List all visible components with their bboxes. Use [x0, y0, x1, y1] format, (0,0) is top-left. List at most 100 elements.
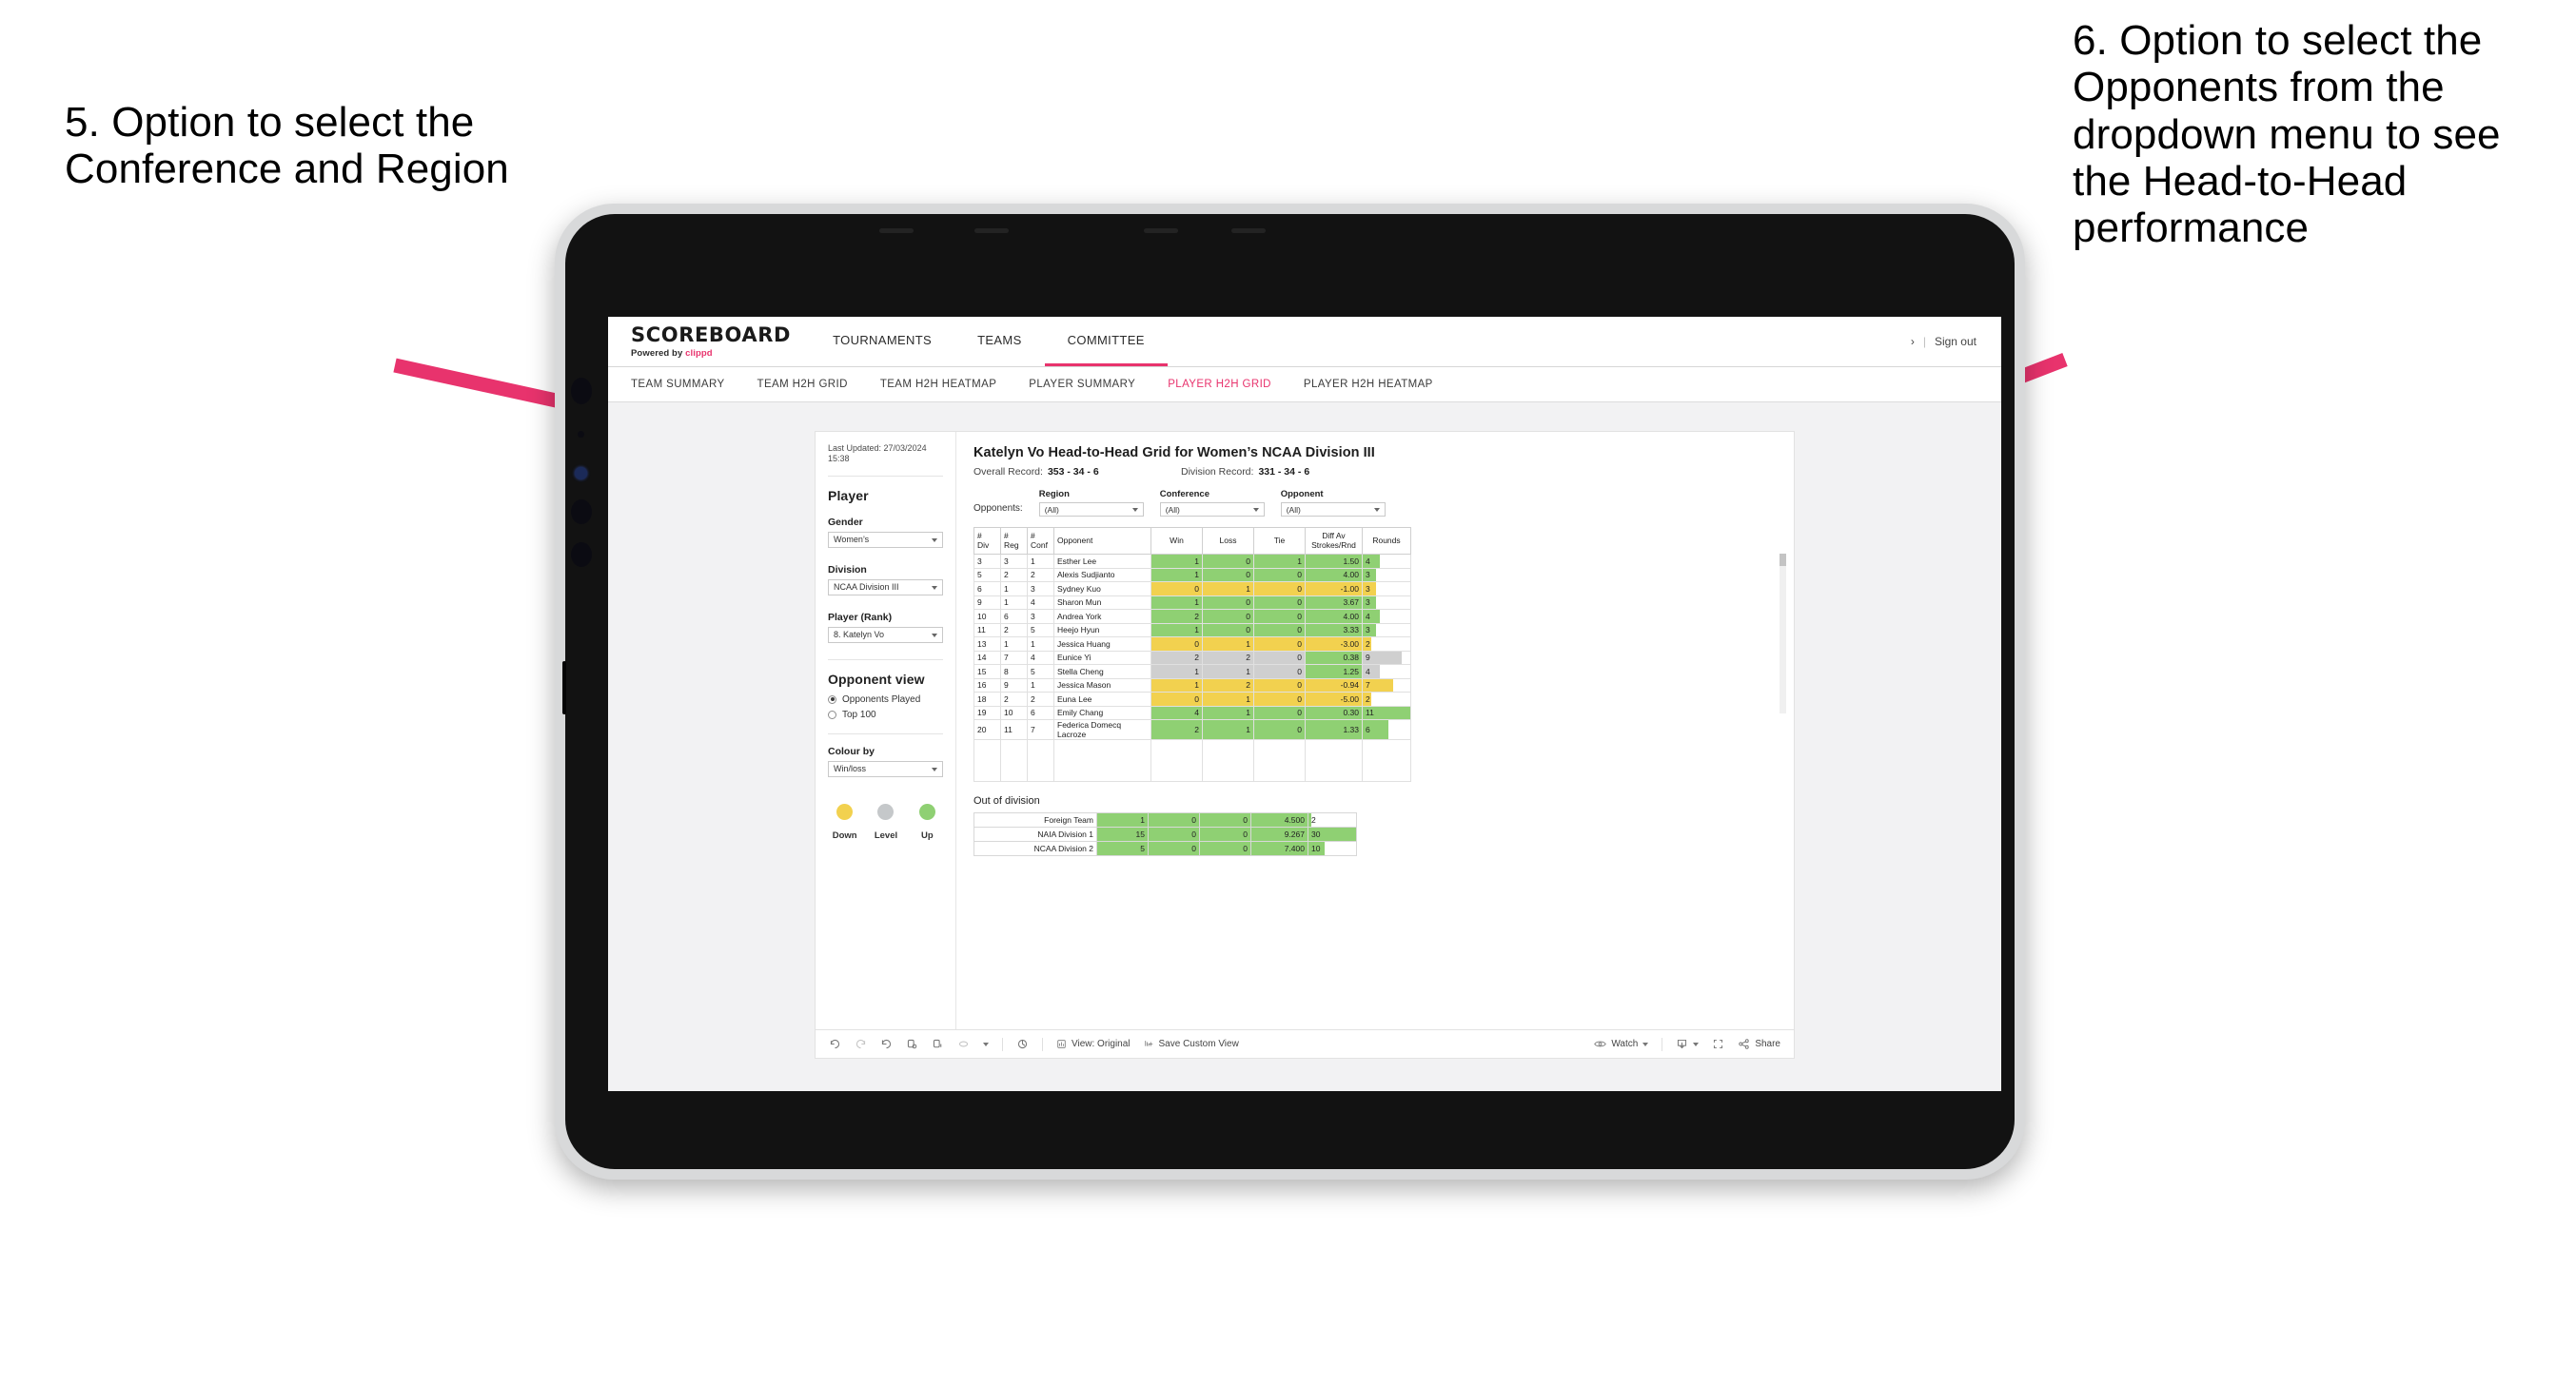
highlight-icon[interactable] [1016, 1038, 1029, 1050]
rounds-value: 2 [1366, 693, 1370, 704]
brand-title: SCOREBOARD [631, 322, 792, 346]
cell-rounds: 4 [1362, 609, 1411, 624]
legend-swatch-down [836, 803, 854, 820]
sign-out-link[interactable]: Sign out [1935, 335, 1976, 348]
cell-loss: 1 [1202, 719, 1254, 740]
tab-player-h2h-heatmap[interactable]: PLAYER H2H HEATMAP [1304, 379, 1433, 390]
division-value: NCAA Division III [834, 582, 899, 592]
vertical-scrollbar[interactable] [1780, 554, 1786, 713]
col-header-win[interactable]: Win [1150, 527, 1203, 555]
region-select[interactable]: (All) [1038, 502, 1144, 517]
table-row[interactable]: 15 8 5 Stella Cheng 1 1 0 1.25 4 [973, 664, 1411, 679]
col-header-opponent[interactable]: Opponent [1053, 527, 1151, 555]
cell-reg: 6 [1000, 609, 1028, 624]
cell-rounds: 2 [1362, 636, 1411, 652]
table-row[interactable]: 11 2 5 Heejo Hyun 1 0 0 3.33 3 [973, 622, 1411, 637]
table-row[interactable]: 18 2 2 Euna Lee 0 1 0 -5.00 2 [973, 692, 1411, 707]
view-original-button[interactable]: View: Original [1056, 1039, 1131, 1049]
cell-div: 19 [973, 705, 1001, 720]
cell-division-name: Foreign Team [973, 812, 1097, 828]
nav-item-tournaments[interactable]: TOURNAMENTS [810, 317, 954, 366]
table-row[interactable]: NCAA Division 2 5 0 0 7.400 10 [973, 841, 1357, 856]
toolbar-right-group: Watch Share [1594, 1037, 1780, 1051]
watch-button[interactable]: Watch [1594, 1039, 1649, 1049]
refresh-icon[interactable] [906, 1038, 918, 1050]
radio-opponents-played[interactable]: Opponents Played [828, 694, 943, 705]
col-header-loss[interactable]: Loss [1202, 527, 1254, 555]
grid-header-row: # Div # Reg # Conf Opponent Win Loss Tie… [973, 527, 1411, 555]
filler-cell [1362, 739, 1411, 782]
fullscreen-icon[interactable] [1712, 1038, 1724, 1050]
radio-top-100[interactable]: Top 100 [828, 710, 943, 720]
col-header-reg[interactable]: # Reg [1000, 527, 1028, 555]
rounds-value: 10 [1311, 844, 1321, 853]
cell-loss: 2 [1202, 677, 1254, 693]
tab-player-h2h-grid[interactable]: PLAYER H2H GRID [1168, 379, 1271, 390]
cell-win: 1 [1150, 664, 1203, 679]
table-row[interactable]: Foreign Team 1 0 0 4.500 2 [973, 812, 1357, 828]
table-row[interactable]: 6 1 3 Sydney Kuo 0 1 0 -1.00 3 [973, 581, 1411, 596]
cell-diff: 1.33 [1305, 719, 1363, 740]
tab-player-summary[interactable]: PLAYER SUMMARY [1029, 379, 1135, 390]
brand-logo[interactable]: SCOREBOARD Powered by clippd [608, 317, 810, 366]
rounds-value: 3 [1366, 625, 1370, 635]
undo-icon[interactable] [829, 1038, 841, 1050]
revert-icon[interactable] [880, 1038, 893, 1050]
table-row[interactable]: 10 6 3 Andrea York 2 0 0 4.00 4 [973, 609, 1411, 624]
player-rank-label: Player (Rank) [828, 611, 893, 623]
view-icon [1057, 1040, 1066, 1048]
division-select[interactable]: NCAA Division III [828, 578, 943, 595]
table-row[interactable]: 9 1 4 Sharon Mun 1 0 0 3.67 3 [973, 595, 1411, 610]
table-row[interactable]: 14 7 4 Eunice Yi 2 2 0 0.38 9 [973, 650, 1411, 665]
colour-by-select[interactable]: Win/loss [828, 760, 943, 777]
user-chevron-icon[interactable]: › [1911, 335, 1915, 348]
out-of-division-body: Foreign Team 1 0 0 4.500 2 NAIA Division 1 15 0 0… [973, 812, 1357, 856]
save-custom-view-button[interactable]: Save Custom View [1144, 1039, 1239, 1049]
ellipse-icon[interactable] [957, 1038, 970, 1050]
table-row[interactable]: 13 1 1 Jessica Huang 0 1 0 -3.00 2 [973, 636, 1411, 652]
cell-rounds: 3 [1362, 622, 1411, 637]
cell-opponent: Esther Lee [1053, 554, 1151, 569]
chevron-down-icon [1642, 1042, 1649, 1046]
nav-item-committee[interactable]: COMMITTEE [1044, 317, 1168, 366]
tablet-bezel: SCOREBOARD Powered by clippd TOURNAMENTS… [562, 214, 2015, 1169]
conference-select[interactable]: (All) [1159, 502, 1265, 517]
col-header-tie[interactable]: Tie [1253, 527, 1306, 555]
cell-tie: 0 [1199, 841, 1251, 856]
chevron-down-icon [1252, 508, 1259, 512]
redo-icon[interactable] [855, 1038, 867, 1050]
nav-item-teams[interactable]: TEAMS [954, 317, 1045, 366]
cell-opponent: Stella Cheng [1053, 664, 1151, 679]
col-header-conf[interactable]: # Conf [1027, 527, 1054, 555]
table-row[interactable]: 3 3 1 Esther Lee 1 0 1 1.50 4 [973, 554, 1411, 569]
download-button[interactable] [1676, 1038, 1700, 1050]
gender-select[interactable]: Women’s [828, 531, 943, 548]
table-row[interactable]: 19 10 6 Emily Chang 4 1 0 0.30 11 [973, 705, 1411, 720]
table-row[interactable]: 20 11 7 Federica Domecq Lacroze 2 1 0 1.33 6 [973, 719, 1411, 740]
legend-label-up: Up [920, 830, 934, 841]
tab-team-h2h-grid[interactable]: TEAM H2H GRID [757, 379, 848, 390]
cell-loss: 0 [1202, 622, 1254, 637]
pause-icon[interactable] [932, 1038, 944, 1050]
tab-team-h2h-heatmap[interactable]: TEAM H2H HEATMAP [880, 379, 996, 390]
cell-conf: 5 [1027, 664, 1054, 679]
share-button[interactable]: Share [1738, 1038, 1780, 1050]
col-header-rounds[interactable]: Rounds [1362, 527, 1411, 555]
tab-team-summary[interactable]: TEAM SUMMARY [631, 379, 725, 390]
primary-nav: TOURNAMENTS TEAMS COMMITTEE [810, 317, 1168, 366]
scrollbar-thumb[interactable] [1780, 554, 1786, 566]
chevron-down-icon[interactable] [983, 1042, 989, 1046]
table-row[interactable]: NAIA Division 1 15 0 0 9.267 30 [973, 827, 1357, 842]
cell-opponent: Euna Lee [1053, 692, 1151, 707]
filler-cell [1053, 739, 1151, 782]
player-rank-select[interactable]: 8. Katelyn Vo [828, 626, 943, 643]
table-row[interactable]: 16 9 1 Jessica Mason 1 2 0 -0.94 7 [973, 677, 1411, 693]
cell-loss: 0 [1202, 554, 1254, 569]
table-row[interactable]: 5 2 2 Alexis Sudjianto 1 0 0 4.00 3 [973, 567, 1411, 582]
screen-viewport: SCOREBOARD Powered by clippd TOURNAMENTS… [608, 317, 2001, 1091]
opponent-select[interactable]: (All) [1280, 502, 1386, 517]
col-header-diff[interactable]: Diff Av Strokes/Rnd [1305, 527, 1363, 555]
col-header-div[interactable]: # Div [973, 527, 1001, 555]
volume-button[interactable] [562, 661, 566, 714]
cell-rounds: 3 [1362, 567, 1411, 582]
